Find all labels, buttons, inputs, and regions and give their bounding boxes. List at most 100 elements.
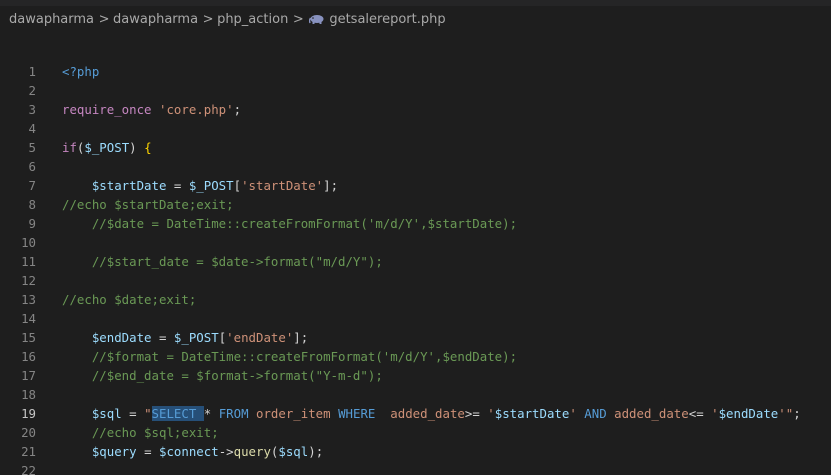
- code-token: ": [144, 406, 152, 421]
- breadcrumb-item-project[interactable]: dawapharma: [113, 12, 198, 27]
- line-number: 19: [21, 406, 36, 421]
- code-token: ;: [233, 102, 242, 117]
- code-token: <?php: [62, 64, 100, 79]
- chevron-right-icon: >: [98, 11, 110, 27]
- php-elephant-icon: [309, 14, 324, 24]
- code-token: =: [136, 444, 159, 459]
- code-token: ;: [793, 406, 801, 421]
- code-text[interactable]: //echo $date;exit;: [62, 290, 196, 309]
- code-token: <=: [688, 406, 712, 421]
- code-line[interactable]: 10: [0, 233, 831, 252]
- line-number: 3: [28, 102, 36, 117]
- code-text[interactable]: <?php: [62, 62, 99, 81]
- code-text[interactable]: $startDate = $_POST['startDate'];: [62, 176, 338, 195]
- code-line[interactable]: 18: [0, 385, 831, 404]
- code-token: require_once: [62, 102, 152, 117]
- code-line[interactable]: 3 require_once 'core.php';: [0, 100, 831, 119]
- code-line[interactable]: 15 $endDate = $_POST['endDate'];: [0, 328, 831, 347]
- code-token: 'endDate': [226, 330, 294, 345]
- line-number: 16: [21, 349, 36, 364]
- code-line[interactable]: 20 //echo $sql;exit;: [0, 423, 831, 442]
- code-token: //$end_date = $format->format("Y-m-d");: [91, 368, 383, 383]
- line-number: 22: [21, 463, 36, 475]
- code-text[interactable]: //$start_date = $date->format("m/d/Y");: [62, 252, 383, 271]
- code-token: {: [144, 140, 152, 155]
- code-text[interactable]: $endDate = $_POST['endDate'];: [62, 328, 308, 347]
- code-line[interactable]: 21 $query = $connect->query($sql);: [0, 442, 831, 461]
- code-token: $startDate: [494, 406, 570, 421]
- code-token: SELECT: [151, 406, 204, 421]
- code-token: );: [308, 444, 324, 459]
- code-line[interactable]: 16 //$format = DateTime::createFromForma…: [0, 347, 831, 366]
- line-number: 10: [21, 235, 36, 250]
- code-line[interactable]: 22: [0, 461, 831, 475]
- breadcrumb-item-root[interactable]: dawapharma: [9, 12, 94, 27]
- line-number: 21: [21, 444, 36, 459]
- code-line[interactable]: 8 //echo $startDate;exit;: [0, 195, 831, 214]
- code-area[interactable]: 1 <?php 2 3 require_once 'core.php'; 4 5 if($_P…: [0, 62, 831, 475]
- line-number: 15: [21, 330, 36, 345]
- code-token: ): [129, 140, 145, 155]
- code-token: $startDate: [91, 178, 167, 193]
- line-number: 4: [28, 121, 36, 136]
- code-token: query: [233, 444, 271, 459]
- code-token: *: [203, 406, 219, 421]
- line-number: 13: [21, 292, 36, 307]
- code-text[interactable]: $sql = "SELECT * FROM order_item WHERE a…: [62, 404, 801, 423]
- line-number: 6: [28, 159, 36, 174]
- code-line[interactable]: 6: [0, 157, 831, 176]
- code-token: 'core.php': [159, 102, 234, 117]
- code-token: ': [487, 406, 495, 421]
- breadcrumb-item-folder[interactable]: php_action: [217, 12, 288, 27]
- code-line[interactable]: 7 $startDate = $_POST['startDate'];: [0, 176, 831, 195]
- code-text[interactable]: require_once 'core.php';: [62, 100, 241, 119]
- code-token: ': [569, 406, 585, 421]
- code-line[interactable]: 17 //$end_date = $format->format("Y-m-d"…: [0, 366, 831, 385]
- code-text[interactable]: //$date = DateTime::createFromFormat('m/…: [62, 214, 517, 233]
- code-token: $query: [91, 444, 137, 459]
- code-token: ->: [218, 444, 234, 459]
- code-token: //echo $sql;exit;: [91, 425, 219, 440]
- line-number: 17: [21, 368, 36, 383]
- code-token: $_POST: [173, 330, 219, 345]
- code-text[interactable]: //$end_date = $format->format("Y-m-d");: [62, 366, 383, 385]
- code-text[interactable]: //echo $startDate;exit;: [62, 195, 234, 214]
- breadcrumb-item-file[interactable]: getsalereport.php: [329, 12, 445, 27]
- code-line[interactable]: 2: [0, 81, 831, 100]
- line-number: 1: [28, 64, 36, 79]
- line-number: 18: [21, 387, 36, 402]
- code-token: =: [121, 406, 145, 421]
- code-token: //$start_date = $date->format("m/d/Y");: [91, 254, 383, 269]
- code-token: added_date: [614, 406, 689, 421]
- code-line[interactable]: 19 $sql = "SELECT * FROM order_item WHER…: [0, 404, 831, 423]
- code-token: $sql: [278, 444, 309, 459]
- code-line[interactable]: 14: [0, 309, 831, 328]
- code-line[interactable]: 11 //$start_date = $date->format("m/d/Y"…: [0, 252, 831, 271]
- code-line[interactable]: 1 <?php: [0, 62, 831, 81]
- line-number: 8: [28, 197, 36, 212]
- code-line[interactable]: 12: [0, 271, 831, 290]
- code-text[interactable]: $query = $connect->query($sql);: [62, 442, 323, 461]
- code-token: ': [711, 406, 719, 421]
- code-token: //$date = DateTime::createFromFormat('m/…: [91, 216, 518, 231]
- code-text[interactable]: //$format = DateTime::createFromFormat('…: [62, 347, 517, 366]
- code-token: =: [166, 178, 189, 193]
- code-token: $endDate: [91, 330, 152, 345]
- code-token: $sql: [91, 406, 122, 421]
- code-text[interactable]: if($_POST) {: [62, 138, 152, 157]
- code-line[interactable]: 9 //$date = DateTime::createFromFormat('…: [0, 214, 831, 233]
- code-token: ];: [323, 178, 339, 193]
- code-text[interactable]: //echo $sql;exit;: [62, 423, 219, 442]
- code-token: ];: [293, 330, 309, 345]
- code-line[interactable]: 4: [0, 119, 831, 138]
- code-line[interactable]: 13 //echo $date;exit;: [0, 290, 831, 309]
- breadcrumb: dawapharma > dawapharma > php_action > g…: [0, 6, 831, 32]
- code-line[interactable]: 5 if($_POST) {: [0, 138, 831, 157]
- code-token: AND: [584, 406, 615, 421]
- chevron-right-icon: >: [202, 11, 214, 27]
- line-number: 14: [21, 311, 36, 326]
- code-editor[interactable]: dawapharma > dawapharma > php_action > g…: [0, 0, 831, 475]
